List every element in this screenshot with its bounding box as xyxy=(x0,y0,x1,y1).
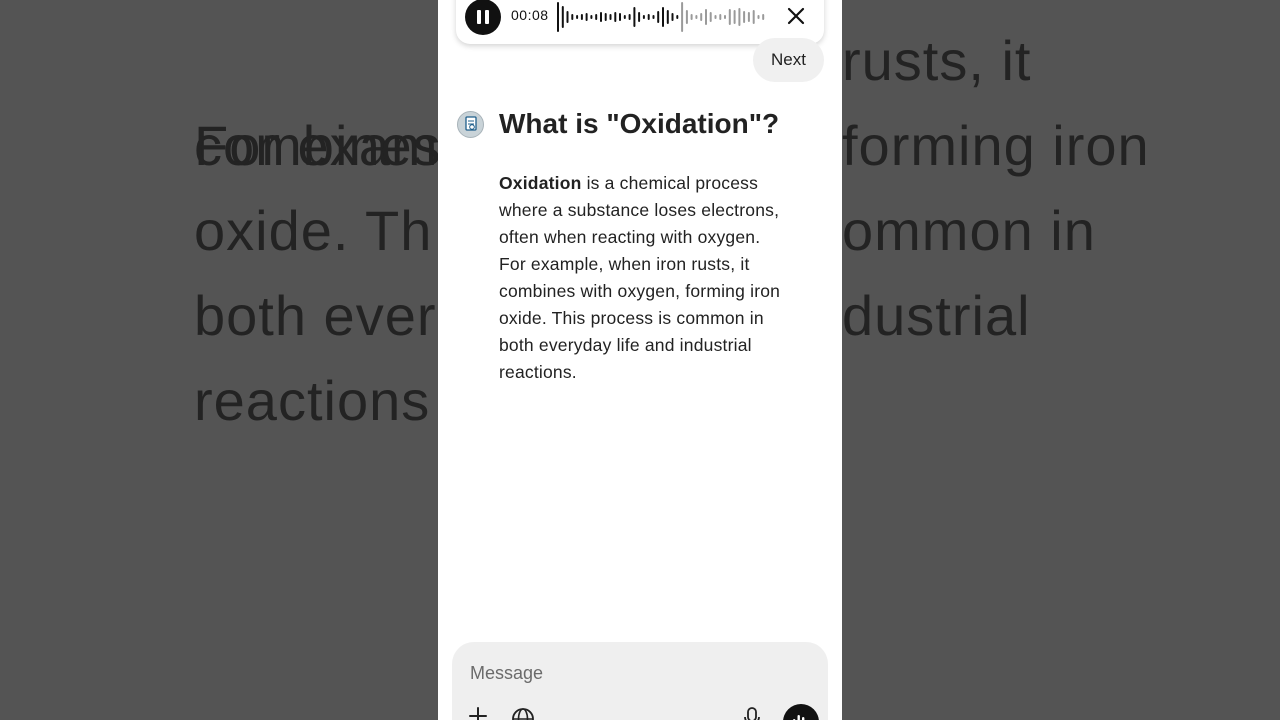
answer-line: both everyday life and industrial xyxy=(499,335,752,355)
assistant-avatar xyxy=(457,111,484,138)
waveform-bar xyxy=(709,12,712,22)
waveform-bar xyxy=(666,10,669,24)
waveform-bar xyxy=(571,14,574,20)
background-text-right: rusts, it xyxy=(842,18,1031,103)
answer-line-text: is a chemical process xyxy=(586,173,759,193)
waveform-bar xyxy=(738,8,741,26)
answer-line: where a substance loses electrons, xyxy=(499,200,780,220)
pause-button[interactable] xyxy=(465,0,501,35)
waveform-bar xyxy=(757,15,760,19)
answer-line: often when reacting with oxygen. xyxy=(499,227,761,247)
answer-line: For example, when iron rusts, it xyxy=(499,254,750,274)
document-icon xyxy=(465,116,477,131)
waveform-bar xyxy=(719,14,722,20)
bg-line: forming iron xyxy=(842,114,1150,177)
waveform-bar xyxy=(671,13,674,21)
bg-line: combines xyxy=(194,114,442,177)
answer-term: Oxidation xyxy=(499,173,582,193)
waveform-bar xyxy=(628,14,631,20)
waveform-bar xyxy=(662,7,664,27)
waveform-bar xyxy=(647,14,650,20)
voice-mode-button[interactable] xyxy=(783,704,819,720)
message-composer xyxy=(452,642,828,720)
plus-icon[interactable] xyxy=(468,706,488,720)
answer-line: oxide. This process is common in xyxy=(499,308,764,328)
globe-icon[interactable] xyxy=(510,706,536,720)
bg-line: both ever xyxy=(194,284,437,347)
answer-line: combines with oxygen, forming iron xyxy=(499,281,781,301)
bg-line: dustrial xyxy=(842,284,1031,347)
waveform-bar xyxy=(609,14,612,20)
waveform-bar xyxy=(566,11,569,23)
pause-icon-bar xyxy=(485,10,489,24)
pause-icon xyxy=(477,10,481,24)
bg-line: reactions xyxy=(194,369,431,432)
waveform-bar xyxy=(724,15,726,19)
waveform-bar xyxy=(595,14,598,20)
waveform-bar xyxy=(585,13,588,21)
next-button[interactable]: Next xyxy=(753,38,824,82)
waveform-bar xyxy=(580,14,583,20)
waveform-bar xyxy=(700,13,703,21)
audio-waveform[interactable] xyxy=(556,0,766,34)
answer-line: Oxidation is a chemical process xyxy=(499,170,809,197)
waveform-bar xyxy=(705,9,707,25)
bg-line: rusts, it xyxy=(842,29,1032,92)
waveform-bar xyxy=(614,12,617,22)
waveform-bar xyxy=(681,2,684,32)
chat-screen: 00:08 Next What is "Oxidation"? Oxidatio… xyxy=(438,0,842,720)
waveform-bar xyxy=(623,15,626,19)
waveform-bar xyxy=(657,11,660,23)
waveform-bar xyxy=(638,12,641,22)
waveform-bar xyxy=(619,13,621,21)
waveform-bar xyxy=(576,15,579,19)
waveform-bar xyxy=(752,10,755,24)
waveform-bar xyxy=(743,11,746,23)
background-text-left-2: combines oxide. Th both ever reactions xyxy=(194,103,442,443)
waveform-bar xyxy=(728,9,731,25)
waveform-bar xyxy=(557,2,559,32)
waveform-bar xyxy=(642,15,645,19)
waveform-bar xyxy=(747,12,750,22)
waveform-bar xyxy=(695,15,698,19)
mic-icon[interactable] xyxy=(742,706,762,720)
background-text-right-2: forming iron ommon in dustrial xyxy=(842,103,1150,358)
bg-line: oxide. Th xyxy=(194,199,433,262)
bg-line: ommon in xyxy=(842,199,1096,262)
waveform-bar xyxy=(676,15,679,19)
waveform-bar xyxy=(600,12,602,22)
waveform-bar xyxy=(762,14,765,20)
waveform-bar xyxy=(733,10,736,24)
waveform-bar xyxy=(714,15,717,19)
waveform-bar xyxy=(633,7,636,27)
waveform-bar xyxy=(685,10,688,24)
waveform-bar xyxy=(652,15,655,19)
message-input[interactable] xyxy=(470,660,770,686)
close-icon[interactable] xyxy=(784,4,808,28)
question-title: What is "Oxidation"? xyxy=(499,108,780,139)
answer-line: reactions. xyxy=(499,362,577,382)
playback-time: 00:08 xyxy=(511,7,549,23)
waveform-bar xyxy=(690,14,693,20)
waveform-bar xyxy=(590,15,593,19)
waveform-bar xyxy=(561,6,564,28)
waveform-bar xyxy=(604,13,607,21)
audio-player: 00:08 xyxy=(456,0,824,44)
answer-text: Oxidation is a chemical process where a … xyxy=(499,170,809,386)
voice-mode-icon xyxy=(793,715,805,720)
